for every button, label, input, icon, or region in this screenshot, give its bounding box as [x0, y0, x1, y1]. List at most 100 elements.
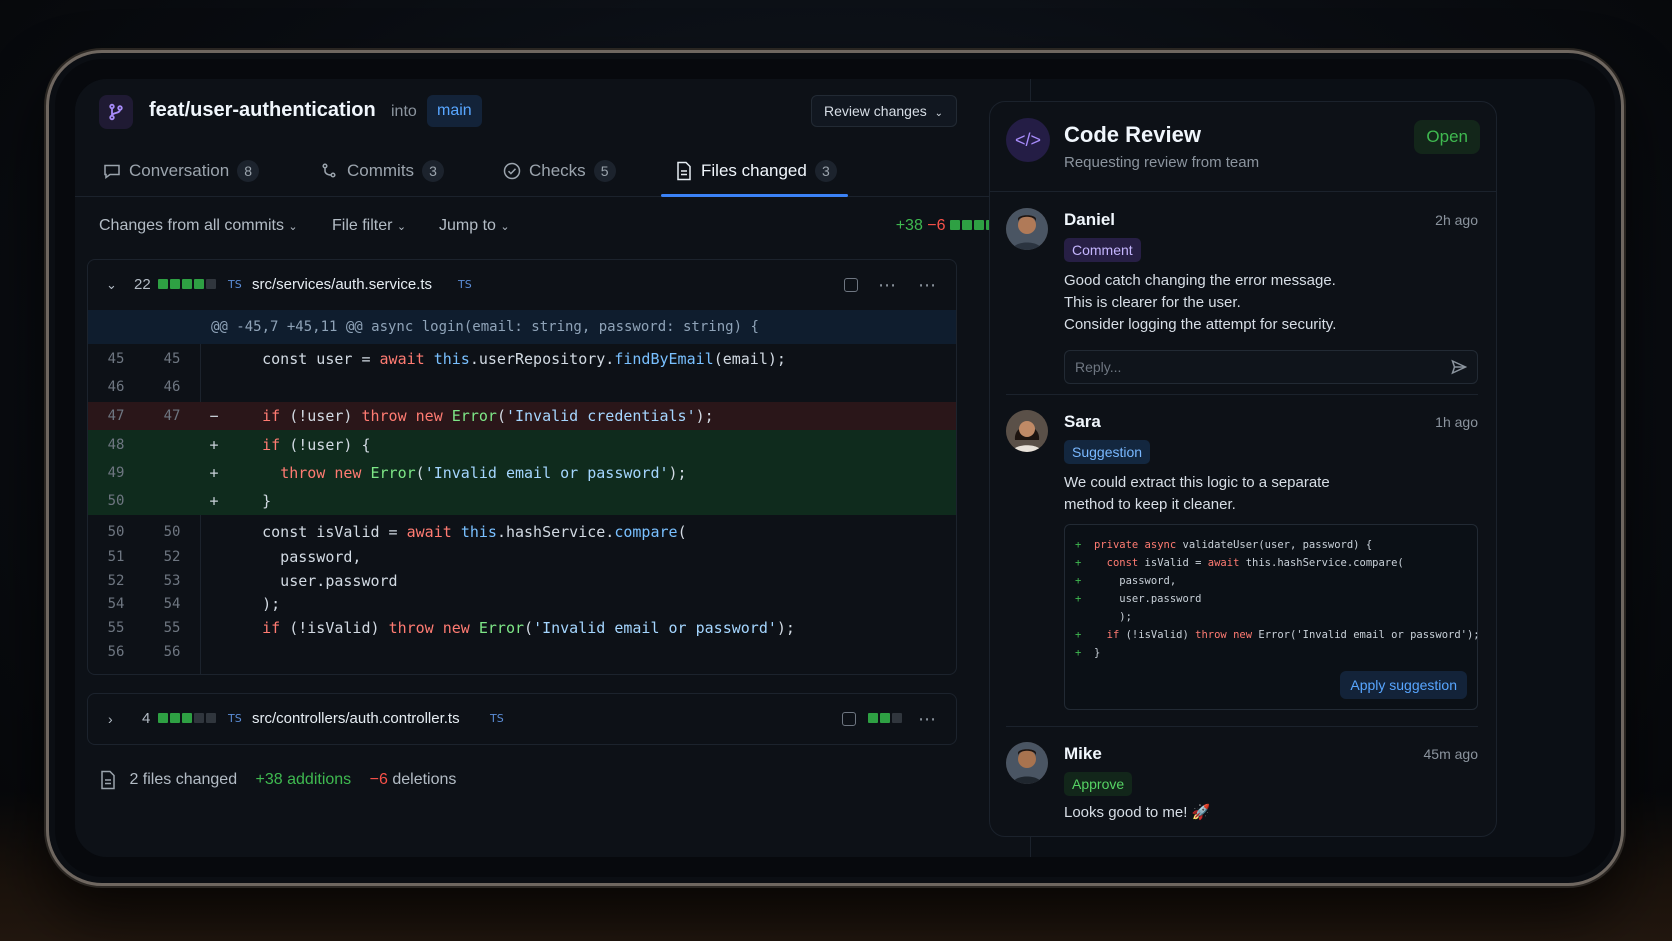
file-diffstat-mini [868, 694, 904, 744]
reply-input[interactable]: Reply... [1064, 350, 1478, 384]
additions-count: +38 [895, 217, 923, 235]
diff-line: 55 55 if (!isValid) throw new Error('Inva… [107, 619, 795, 637]
viewed-checkbox[interactable] [844, 260, 858, 310]
review-changes-label: Review changes [824, 103, 927, 119]
file-path[interactable]: src/controllers/auth.controller.ts [252, 694, 460, 744]
chevron-down-icon: ⌄ [934, 108, 944, 119]
typescript-icon: TS [228, 712, 242, 725]
avatar [1006, 410, 1048, 452]
file-header: ⌄ 22 TS src/services/auth.service.ts TS … [88, 260, 956, 310]
typescript-icon: TS [458, 278, 472, 291]
code-review-panel: </> Code Review Requesting review from t… [989, 101, 1497, 837]
diff-code: 45 45 const user = await this.userReposit… [88, 344, 956, 674]
tab-count: 8 [237, 160, 260, 182]
comment-type-badge: Suggestion [1064, 440, 1151, 464]
tab-files-changed[interactable]: Files changed 3 [675, 145, 837, 197]
status-badge: Open [1414, 120, 1480, 154]
diff-summary: 2 files changed +38 additions −6 deletio… [99, 765, 456, 795]
comment-line: Good catch changing the error message. [1064, 272, 1336, 289]
diff-line: 54 54 ); [107, 595, 281, 613]
comment-type-badge: Approve [1064, 772, 1133, 796]
tab-checks[interactable]: Checks 5 [503, 145, 616, 197]
divider [1006, 394, 1478, 395]
tab-count: 3 [814, 160, 837, 182]
viewed-checkbox[interactable] [842, 694, 856, 744]
suggestion-code-block: + private async validateUser(user, passw… [1064, 524, 1480, 710]
comment-type-badge: Comment [1064, 238, 1141, 262]
tab-count: 5 [593, 160, 616, 182]
base-branch-badge[interactable]: main [427, 95, 482, 127]
review-comment: Sara 1h ago Suggestion We could extract … [1006, 410, 1480, 730]
review-comment: Mike 45m ago Approve Looks good to me! 🚀 [1006, 742, 1478, 832]
diff-toolbar: Changes from all commits ⌄ File filter ⌄… [99, 209, 1010, 243]
additions-summary: +38 additions [255, 771, 352, 788]
review-subtitle: Requesting review from team [1064, 154, 1260, 171]
comment-line: We could extract this logic to a separat… [1064, 474, 1330, 491]
file-filter-label: File filter [332, 217, 393, 234]
commit-icon [322, 163, 336, 178]
comment-body: Looks good to me! 🚀 [1064, 802, 1210, 824]
file-icon [101, 770, 115, 790]
chevron-down-icon[interactable]: ⌄ [106, 260, 117, 310]
diff-line: 51 52 password, [107, 548, 362, 566]
active-tab-indicator [661, 194, 848, 197]
divider [1006, 726, 1478, 727]
file-icon [677, 161, 691, 181]
comment-line: Looks good to me! 🚀 [1064, 804, 1211, 821]
tab-commits[interactable]: Commits 3 [321, 145, 445, 197]
deletions-summary-label: deletions [392, 771, 457, 788]
pr-title: feat/user-authentication [149, 99, 376, 121]
file-diffstat-bar [158, 260, 218, 310]
diff-line-added: 50 + } [88, 486, 956, 515]
into-label: into [391, 103, 417, 120]
more-icon[interactable]: ⋯ [878, 260, 896, 310]
typescript-icon: TS [490, 712, 504, 725]
tablet-frame: feat/user-authentication into main Revie… [46, 50, 1624, 886]
diff-line: 50 50 const isValid = await this.hashServ… [107, 523, 687, 541]
deletions-count: −6 [927, 217, 946, 235]
pr-tabs: Conversation 8 Commits 3 Checks 5 Files … [75, 145, 1030, 197]
review-comment: Daniel 2h ago Comment Good catch changin… [1006, 208, 1478, 398]
kebab-menu-icon[interactable]: ⋯ [918, 694, 936, 744]
comment-line: This is clearer for the user. [1064, 294, 1241, 311]
hunk-header: @@ -45,7 +45,11 @@ async login(email: st… [88, 310, 956, 344]
review-changes-button[interactable]: Review changes ⌄ [811, 95, 957, 127]
comment-author: Mike [1064, 744, 1102, 763]
changes-filter-dropdown[interactable]: Changes from all commits ⌄ [99, 209, 298, 243]
comment-time: 2h ago [1435, 212, 1478, 228]
diff-line-added: 49 + throw new Error('Invalid email or pa… [88, 459, 956, 486]
review-title: Code Review [1064, 122, 1201, 147]
git-branch-icon [99, 95, 133, 129]
code-icon: </> [1006, 118, 1050, 162]
jump-to-label: Jump to [439, 217, 496, 234]
kebab-menu-icon[interactable]: ⋯ [918, 260, 936, 310]
comment-time: 45m ago [1423, 746, 1478, 762]
chevron-down-icon: ⌄ [396, 221, 407, 233]
diff-line: 45 45 const user = await this.userReposit… [107, 350, 786, 368]
files-changed-count: 2 files changed [129, 771, 238, 788]
comment-body: Good catch changing the error message. T… [1064, 270, 1336, 336]
comment-body: We could extract this logic to a separat… [1064, 472, 1330, 516]
chevron-down-icon: ⌄ [500, 221, 510, 233]
file-filter-dropdown[interactable]: File filter ⌄ [332, 209, 406, 243]
comment-icon [104, 164, 120, 179]
jump-to-dropdown[interactable]: Jump to ⌄ [439, 209, 510, 243]
tab-conversation[interactable]: Conversation 8 [103, 145, 260, 197]
chevron-down-icon: ⌄ [288, 221, 298, 233]
file-path[interactable]: src/services/auth.service.ts [252, 260, 432, 310]
file-diffstat-bar [158, 694, 218, 744]
tab-label: Checks [529, 161, 586, 180]
typescript-icon: TS [228, 278, 242, 291]
tab-label: Files changed [701, 161, 807, 180]
review-header: </> Code Review Requesting review from t… [990, 102, 1496, 192]
comment-time: 1h ago [1435, 414, 1478, 430]
apply-suggestion-button[interactable]: Apply suggestion [1340, 671, 1467, 699]
avatar [1006, 208, 1048, 250]
diff-line: 46 46 [107, 379, 181, 395]
send-icon[interactable] [1451, 359, 1467, 375]
tab-label: Conversation [129, 161, 230, 180]
diff-line-deleted: 47 47− if (!user) throw new Error('Invali… [88, 402, 956, 430]
file-change-count: 22 [134, 276, 151, 293]
changes-filter-label: Changes from all commits [99, 217, 284, 234]
chevron-right-icon[interactable]: › [108, 694, 113, 744]
